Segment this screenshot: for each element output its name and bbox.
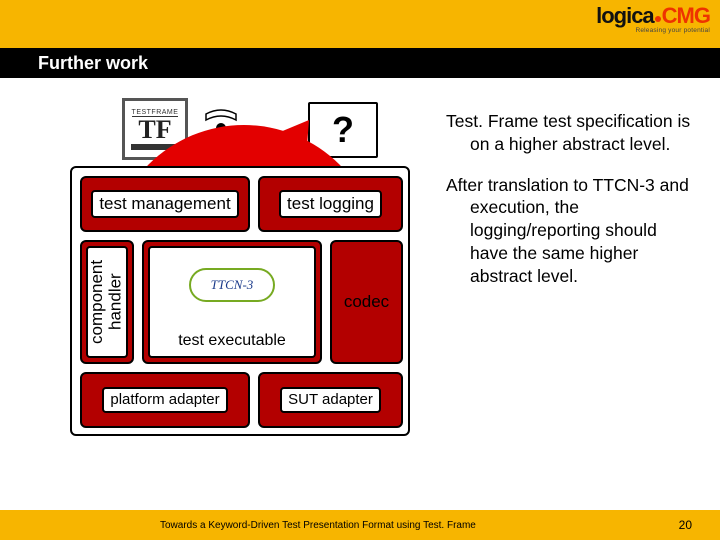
slide-title: Further work bbox=[38, 53, 148, 74]
footer-bar: Towards a Keyword-Driven Test Presentati… bbox=[0, 510, 720, 540]
content-area: Test. Frame test specification is on a h… bbox=[0, 90, 720, 500]
brand-logo: logica CMG Releasing your potential bbox=[596, 6, 710, 34]
logo-wordmark-right: CMG bbox=[662, 6, 710, 26]
ttcn3-badge: TTCN-3 bbox=[189, 268, 275, 302]
side-text: Test. Frame test specification is on a h… bbox=[446, 110, 696, 305]
box-sut-adapter: SUT adapter bbox=[258, 372, 403, 428]
page-number: 20 bbox=[679, 518, 692, 532]
slide: logica CMG Releasing your potential Furt… bbox=[0, 0, 720, 540]
box-test-logging: test logging bbox=[258, 176, 403, 232]
side-paragraph-1: Test. Frame test specification is on a h… bbox=[446, 110, 696, 156]
box-test-executable: TTCN-3 test executable bbox=[142, 240, 322, 364]
testframe-logo-tf: TF bbox=[138, 118, 171, 142]
box-platform-adapter: platform adapter bbox=[80, 372, 250, 428]
logo-wordmark-left: logica bbox=[596, 6, 654, 26]
ttcn3-label: TTCN-3 bbox=[211, 278, 254, 293]
logo-dot-icon bbox=[655, 16, 661, 22]
box-component-handler: component handler bbox=[80, 240, 134, 364]
logo-tagline: Releasing your potential bbox=[635, 27, 710, 34]
testframe-logo-underline bbox=[131, 144, 179, 150]
footer-caption: Towards a Keyword-Driven Test Presentati… bbox=[160, 520, 476, 531]
diagram-frame: test management test logging component h… bbox=[70, 166, 410, 436]
testframe-logo: TESTFRAME TF bbox=[122, 98, 188, 160]
reader-icon bbox=[198, 106, 244, 156]
logo-row: logica CMG bbox=[596, 6, 710, 26]
slide-title-bar: Further work bbox=[0, 48, 720, 78]
label-test-management: test management bbox=[91, 190, 238, 218]
question-mark: ? bbox=[332, 109, 354, 151]
box-test-management: test management bbox=[80, 176, 250, 232]
question-box: ? bbox=[308, 102, 378, 158]
box-codec: codec bbox=[330, 240, 403, 364]
label-component-handler: component handler bbox=[88, 248, 125, 356]
label-test-logging: test logging bbox=[279, 190, 382, 218]
architecture-diagram: TESTFRAME TF ? bbox=[40, 98, 440, 490]
side-paragraph-2: After translation to TTCN-3 and executio… bbox=[446, 174, 696, 288]
label-platform-adapter: platform adapter bbox=[102, 387, 227, 412]
label-test-executable: test executable bbox=[178, 332, 286, 350]
label-codec: codec bbox=[344, 292, 389, 312]
label-sut-adapter: SUT adapter bbox=[280, 387, 381, 412]
